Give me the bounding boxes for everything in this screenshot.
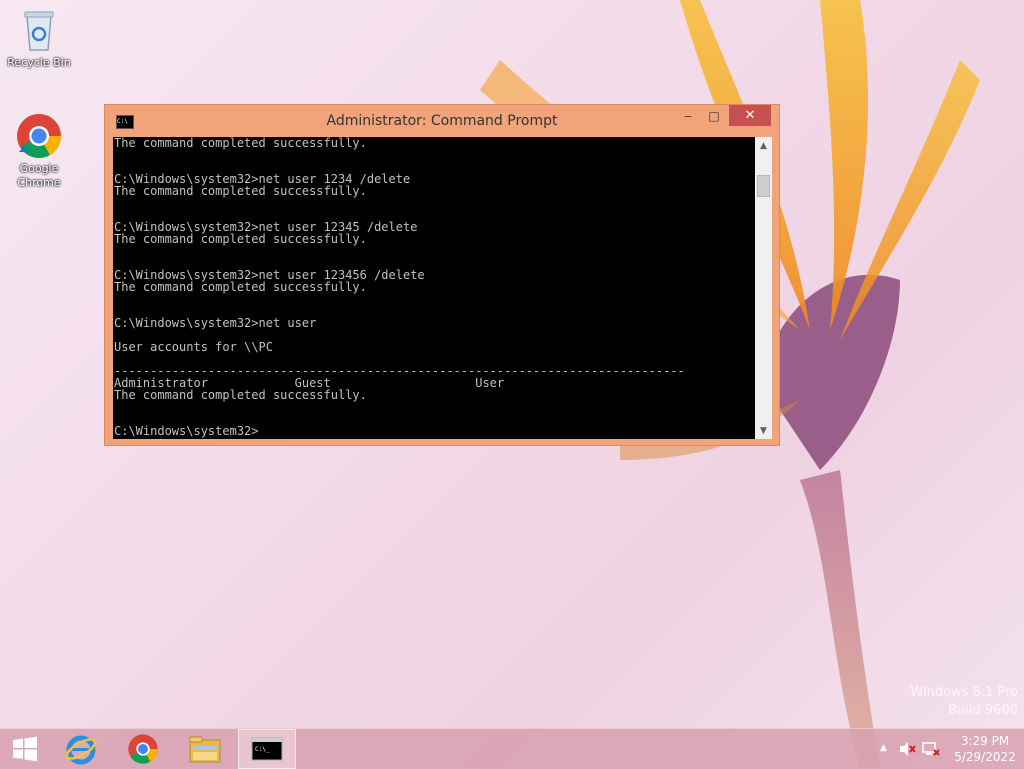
window-title: Administrator: Command Prompt (326, 113, 558, 129)
windows-logo-icon (13, 736, 37, 762)
clock-time: 3:29 PM (960, 734, 1010, 748)
clock-date: 5/29/2022 (954, 750, 1016, 764)
minimize-button[interactable]: ‒ (675, 105, 701, 126)
svg-text:C:\_: C:\_ (255, 746, 270, 753)
console-text: The command completed successfully. C:\W… (114, 137, 685, 438)
internet-explorer-icon (65, 735, 97, 765)
watermark-build: Build 9600 (948, 703, 1018, 718)
taskbar-command-prompt[interactable]: C:\_ (238, 729, 296, 769)
close-button[interactable]: ✕ (729, 105, 771, 126)
maximize-button[interactable]: □ (701, 105, 727, 126)
system-tray: ▲ 3:29 PM 5/29/2022 (864, 729, 1024, 769)
watermark-edition: Windows 8.1 Pro (910, 685, 1018, 700)
google-chrome-desktop-icon[interactable]: Google Chrome (4, 112, 74, 190)
recycle-bin-label: Recycle Bin (7, 56, 71, 69)
google-chrome-label: Google Chrome (17, 162, 61, 189)
volume-muted-icon[interactable] (898, 741, 916, 757)
taskbar-clock[interactable]: 3:29 PM 5/29/2022 (950, 733, 1020, 765)
taskbar-internet-explorer[interactable] (52, 729, 110, 769)
taskbar-file-explorer[interactable] (176, 729, 234, 769)
cmd-system-icon[interactable]: C:\ (116, 115, 134, 129)
recycle-bin-desktop-icon[interactable]: Recycle Bin (4, 6, 74, 70)
scroll-up-arrow-icon[interactable]: ▲ (755, 137, 772, 154)
chrome-icon (128, 734, 158, 764)
command-prompt-icon: C:\_ (251, 737, 283, 761)
recycle-bin-icon (15, 6, 63, 54)
command-prompt-window[interactable]: C:\ Administrator: Command Prompt ‒ □ ✕ … (104, 104, 780, 446)
network-icon[interactable] (922, 741, 940, 757)
console-output-area[interactable]: The command completed successfully. C:\W… (113, 137, 755, 439)
folder-icon (189, 736, 221, 763)
start-button[interactable] (0, 729, 50, 769)
scroll-down-arrow-icon[interactable]: ▼ (755, 422, 772, 439)
windows-watermark: Windows 8.1 Pro Build 9600 (910, 684, 1018, 720)
vertical-scrollbar[interactable]: ▲ ▼ (755, 137, 772, 439)
chrome-icon (15, 112, 63, 160)
taskbar-google-chrome[interactable] (114, 729, 172, 769)
taskbar: C:\_ ▲ 3:29 PM 5/29/2022 (0, 728, 1024, 769)
scroll-thumb[interactable] (757, 175, 770, 197)
show-hidden-icons-arrow-icon[interactable]: ▲ (880, 743, 887, 753)
